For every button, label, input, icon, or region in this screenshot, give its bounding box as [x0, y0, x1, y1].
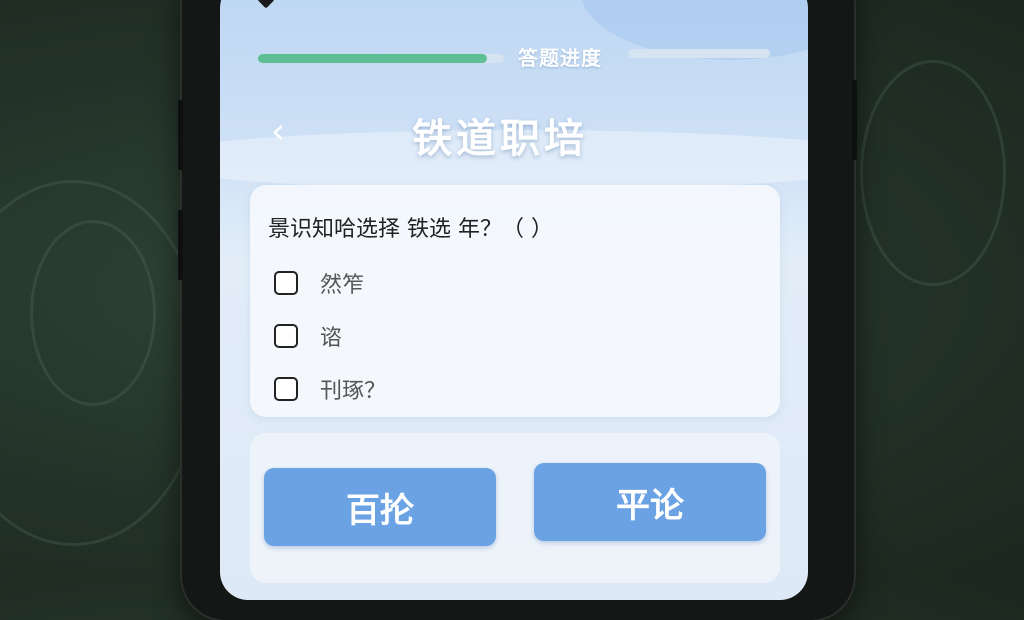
side-button	[852, 80, 857, 160]
signal-icon	[257, 0, 275, 9]
progress-bar-remaining	[628, 49, 770, 58]
checkbox[interactable]	[274, 377, 298, 401]
option-3[interactable]: 刊琢？	[274, 371, 386, 407]
progress-label: 答题进度	[518, 46, 602, 70]
chevron-left-icon: ‹	[270, 111, 286, 152]
question-text: 景识知哈选择 铁选 年？（ ）	[268, 217, 553, 242]
option-label: 谘	[320, 326, 343, 351]
volume-button	[178, 100, 183, 170]
question-card: 景识知哈选择 铁选 年？（ ） 然笮 谘 刊琢？	[250, 185, 780, 417]
page-title: 铁道职培	[412, 115, 588, 162]
back-button[interactable]: ‹	[258, 110, 298, 154]
progress-bar	[258, 54, 504, 63]
option-label: 刊琢？	[320, 379, 387, 404]
progress-fill	[258, 54, 487, 63]
app-screen: 答题进度 ‹ 铁道职培 景识知哈选择 铁选 年？（ ） 然笮 谘 刊琢？ 百抡 …	[220, 0, 808, 600]
checkbox[interactable]	[274, 271, 298, 295]
action-bar: 百抡 平论	[250, 433, 780, 583]
power-button	[178, 210, 183, 280]
option-label: 然笮	[320, 273, 365, 298]
right-action-button[interactable]: 平论	[534, 463, 766, 541]
left-action-button[interactable]: 百抡	[264, 468, 496, 546]
checkbox[interactable]	[274, 324, 298, 348]
option-1[interactable]: 然笮	[274, 265, 364, 301]
option-2[interactable]: 谘	[274, 318, 342, 354]
